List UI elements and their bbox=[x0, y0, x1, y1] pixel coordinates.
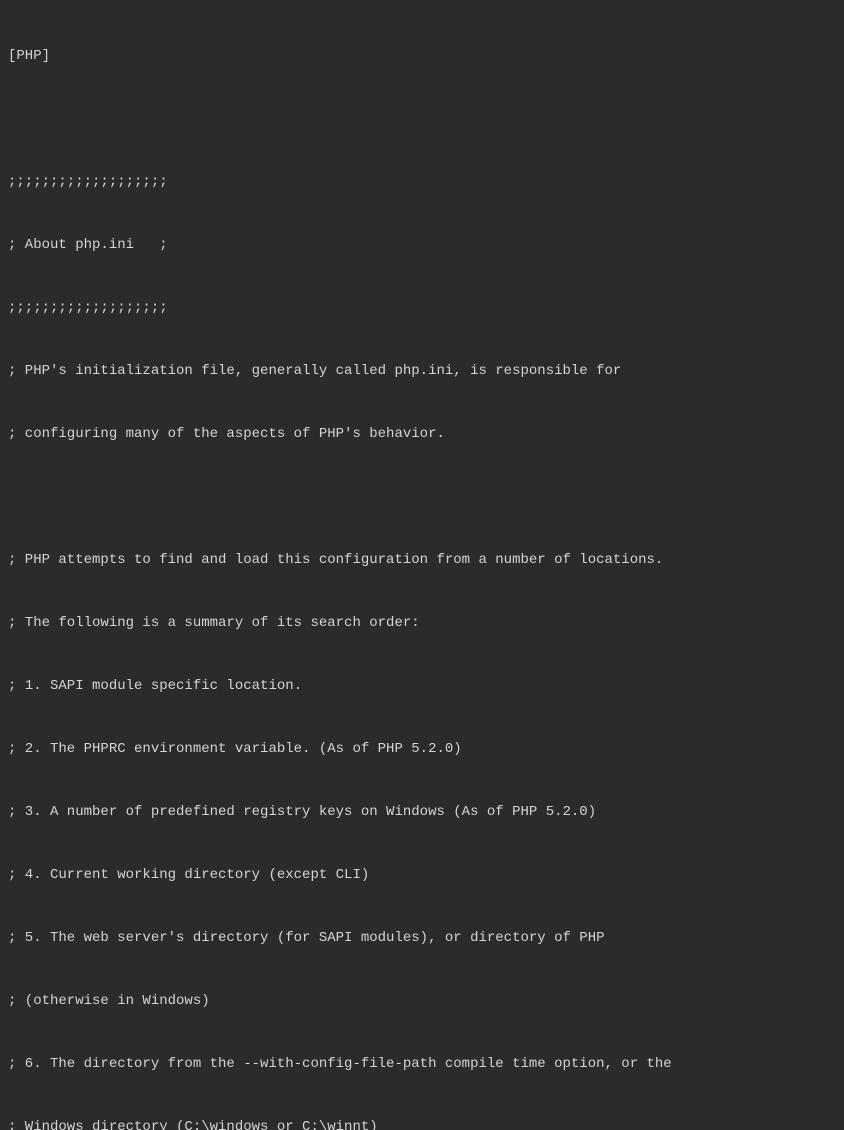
code-line: ; 2. The PHPRC environment variable. (As… bbox=[8, 739, 836, 760]
code-line: ; The following is a summary of its sear… bbox=[8, 613, 836, 634]
code-line: ; PHP attempts to find and load this con… bbox=[8, 550, 836, 571]
code-line: ; PHP's initialization file, generally c… bbox=[8, 361, 836, 382]
code-line: ; 3. A number of predefined registry key… bbox=[8, 802, 836, 823]
code-line: ;;;;;;;;;;;;;;;;;;; bbox=[8, 298, 836, 319]
code-line: ; 6. The directory from the --with-confi… bbox=[8, 1054, 836, 1075]
code-line bbox=[8, 109, 836, 130]
code-line: ; (otherwise in Windows) bbox=[8, 991, 836, 1012]
code-line bbox=[8, 487, 836, 508]
code-line: [PHP] bbox=[8, 46, 836, 67]
code-line: ; 1. SAPI module specific location. bbox=[8, 676, 836, 697]
code-editor[interactable]: [PHP] ;;;;;;;;;;;;;;;;;;; ; About php.in… bbox=[8, 4, 836, 1130]
code-line: ; configuring many of the aspects of PHP… bbox=[8, 424, 836, 445]
code-line: ; 5. The web server's directory (for SAP… bbox=[8, 928, 836, 949]
code-line: ; Windows directory (C:\windows or C:\wi… bbox=[8, 1117, 836, 1130]
code-line: ; 4. Current working directory (except C… bbox=[8, 865, 836, 886]
code-line: ;;;;;;;;;;;;;;;;;;; bbox=[8, 172, 836, 193]
code-line: ; About php.ini ; bbox=[8, 235, 836, 256]
